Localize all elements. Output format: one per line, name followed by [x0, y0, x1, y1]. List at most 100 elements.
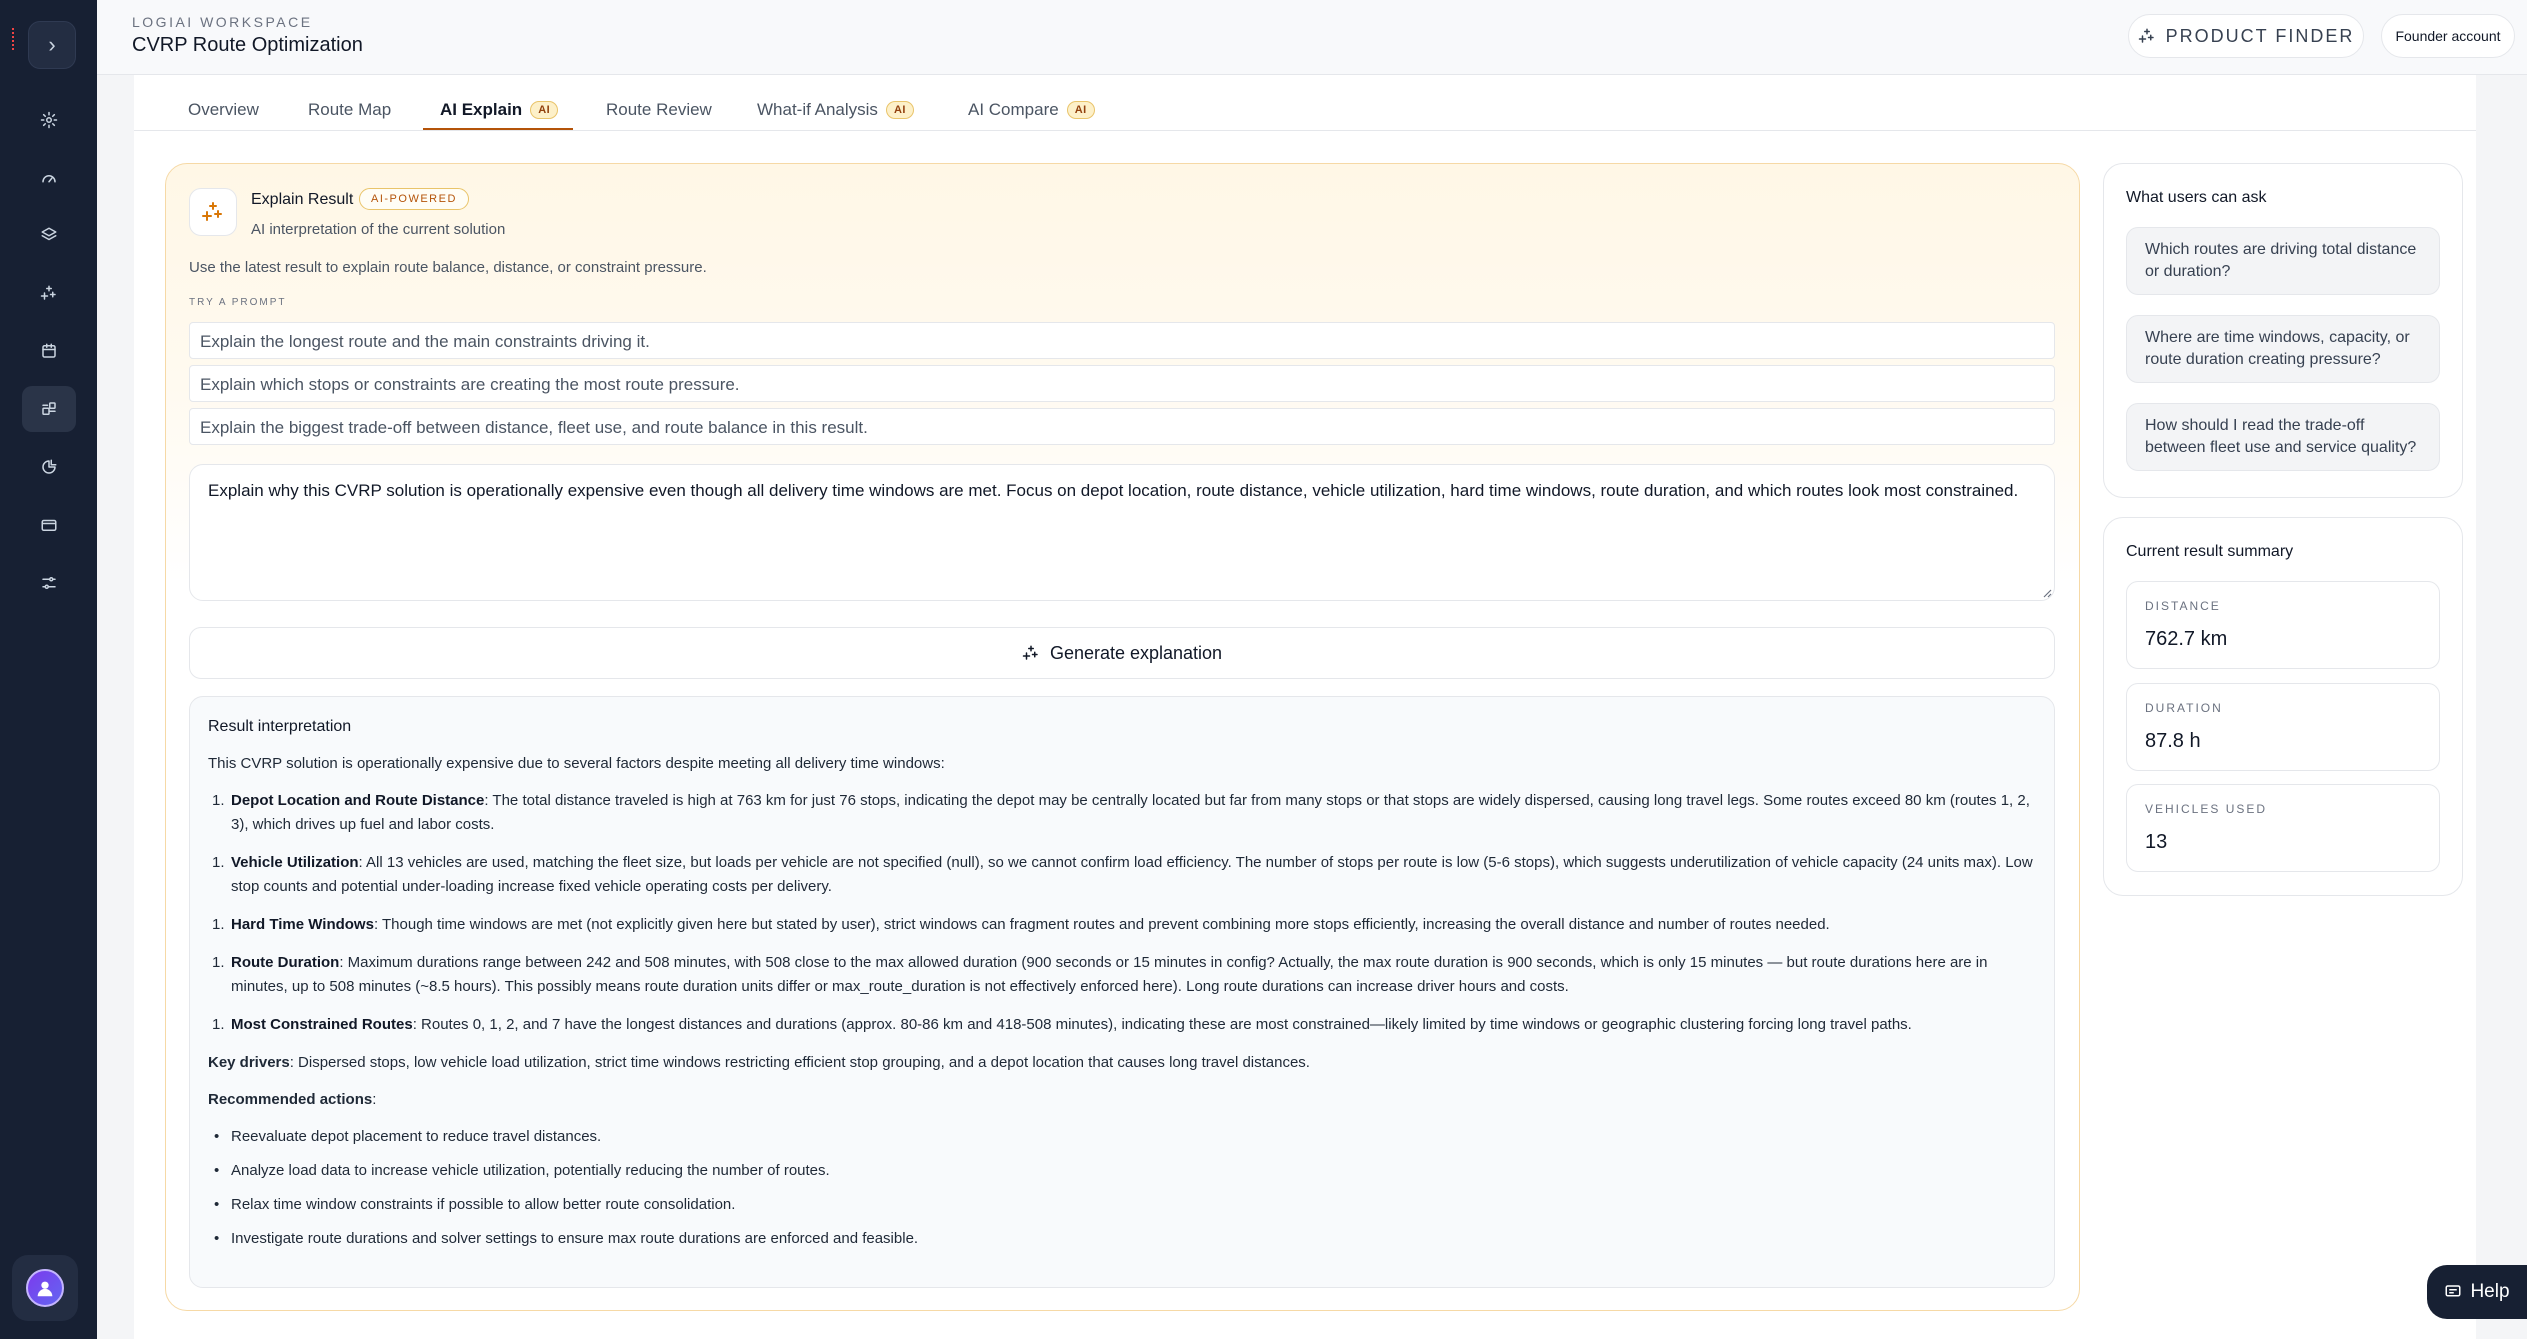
ask-suggestion[interactable]: Where are time windows, capacity, or rou… — [2126, 315, 2440, 383]
product-finder-button[interactable]: PRODUCT FINDER — [2128, 14, 2364, 58]
product-finder-label: PRODUCT FINDER — [2165, 25, 2355, 46]
sparkles-icon — [40, 285, 56, 300]
sidebar-item-layers[interactable] — [22, 212, 76, 258]
tab-label: Route Map — [308, 100, 392, 119]
settings-icon — [40, 111, 58, 129]
key-drivers-heading: Key drivers — [208, 1054, 290, 1071]
tab-ai-explain[interactable]: AI Explain AI — [440, 95, 559, 125]
metric-value: 87.8 h — [2145, 730, 2201, 752]
tab-what-if-analysis[interactable]: What-if Analysis AI — [757, 95, 914, 125]
sparkles-icon — [2138, 28, 2154, 43]
ask-suggestion[interactable]: Which routes are driving total distance … — [2126, 227, 2440, 295]
tab-label: Overview — [188, 100, 259, 119]
card-icon — [41, 519, 57, 531]
sidebar-toggle-button[interactable]: › — [28, 21, 76, 69]
recommended-actions-heading: Recommended actions: — [208, 1088, 2036, 1112]
prompt-suggestion[interactable]: Explain the longest route and the main c… — [189, 322, 2055, 359]
sidebar-item-apps[interactable] — [22, 386, 76, 432]
sidebar: › — [0, 0, 97, 1339]
explain-subtitle: AI interpretation of the current solutio… — [251, 221, 506, 238]
account-button[interactable]: Founder account — [2381, 14, 2515, 58]
sidebar-edge-marker — [12, 28, 15, 50]
metric-value: 762.7 km — [2145, 628, 2228, 650]
list-number: 1. — [212, 916, 225, 933]
key-drivers: Key drivers: Dispersed stops, low vehicl… — [208, 1051, 2036, 1075]
actions-heading: Recommended actions — [208, 1091, 373, 1108]
prompt-suggestion[interactable]: Explain which stops or constraints are c… — [189, 365, 2055, 402]
result-intro: This CVRP solution is operationally expe… — [208, 755, 945, 772]
sidebar-item-ai[interactable] — [22, 270, 76, 316]
bullet-dot: • — [214, 1196, 220, 1213]
tab-overview[interactable]: Overview — [188, 95, 259, 125]
chart-icon — [42, 459, 57, 474]
action-item: • Investigate route durations and solver… — [208, 1227, 2036, 1251]
item-heading: Route Duration — [231, 954, 340, 971]
help-button[interactable]: Help — [2427, 1265, 2527, 1319]
generate-explanation-button[interactable]: Generate explanation — [189, 627, 2055, 679]
sidebar-item-controls[interactable] — [22, 560, 76, 606]
calendar-icon — [42, 343, 56, 358]
sidebar-item-calendar[interactable] — [22, 328, 76, 374]
bullet-dot: • — [214, 1162, 220, 1179]
tab-route-review[interactable]: Route Review — [606, 95, 712, 125]
tab-route-map[interactable]: Route Map — [308, 95, 391, 125]
list-number: 1. — [212, 792, 225, 809]
metric-label: DISTANCE — [2145, 599, 2221, 613]
action-text: Reevaluate depot placement to reduce tra… — [231, 1128, 602, 1145]
metric-label: VEHICLES USED — [2145, 802, 2268, 816]
page-title: CVRP Route Optimization — [132, 34, 363, 56]
chat-icon — [2445, 1285, 2461, 1297]
result-interpretation: Result interpretation This CVRP solution… — [189, 696, 2055, 1288]
user-avatar-icon — [26, 1269, 64, 1307]
resize-handle-icon[interactable] — [2040, 586, 2052, 598]
sliders-icon — [42, 577, 56, 589]
explain-panel: Explain Result AI-POWERED AI interpretat… — [165, 163, 2080, 1311]
sidebar-item-settings[interactable] — [22, 97, 76, 143]
sidebar-item-billing[interactable] — [22, 502, 76, 548]
action-item: • Reevaluate depot placement to reduce t… — [208, 1125, 2036, 1149]
tab-label: AI Compare — [968, 100, 1059, 119]
explain-icon-box — [189, 188, 237, 236]
bullet-dot: • — [214, 1230, 220, 1247]
item-text: : Maximum durations range between 242 an… — [231, 954, 1988, 995]
workspace-label: LOGIAI WORKSPACE — [132, 14, 313, 30]
main-content: Overview Route Map AI Explain AI Route R… — [134, 75, 2476, 1339]
ai-badge: AI — [885, 101, 914, 119]
gauge-icon — [42, 175, 56, 183]
item-heading: Depot Location and Route Distance — [231, 792, 485, 809]
actions-colon: : — [372, 1091, 377, 1108]
chevron-right-icon: › — [48, 32, 56, 57]
tab-ai-compare[interactable]: AI Compare AI — [968, 95, 1095, 125]
bullet-dot: • — [214, 1128, 220, 1145]
metric-label: DURATION — [2145, 701, 2223, 715]
action-item: • Relax time window constraints if possi… — [208, 1193, 2036, 1217]
list-number: 1. — [212, 1016, 225, 1033]
metric-vehicles-used: VEHICLES USED 13 — [2126, 784, 2440, 872]
ask-suggestion[interactable]: How should I read the trade-off between … — [2126, 403, 2440, 471]
active-tab-indicator — [423, 128, 573, 130]
action-text: Analyze load data to increase vehicle ut… — [231, 1162, 830, 1179]
item-text: : Routes 0, 1, 2, and 7 have the longest… — [412, 1016, 1912, 1033]
ai-badge: AI — [530, 101, 559, 119]
prompt-suggestion[interactable]: Explain the biggest trade-off between di… — [189, 408, 2055, 445]
explain-hint: Use the latest result to explain route b… — [189, 259, 707, 276]
result-list-item: 1. Hard Time Windows: Though time window… — [208, 913, 2036, 937]
explain-title: Explain Result — [251, 191, 354, 208]
metric-value: 13 — [2145, 831, 2168, 853]
action-text: Relax time window constraints if possibl… — [231, 1196, 736, 1213]
what-users-can-ask-card: What users can ask Which routes are driv… — [2103, 163, 2463, 498]
sidebar-item-dashboard[interactable] — [22, 155, 76, 201]
sidebar-item-analytics[interactable] — [22, 444, 76, 490]
summary-card-title: Current result summary — [2126, 543, 2294, 560]
key-drivers-text: : Dispersed stops, low vehicle load util… — [289, 1054, 1310, 1071]
result-list-item: 1. Route Duration: Maximum durations ran… — [208, 951, 2036, 999]
ask-card-title: What users can ask — [2126, 189, 2267, 206]
item-text: : Though time windows are met (not expli… — [373, 916, 1830, 933]
user-menu-button[interactable] — [12, 1255, 78, 1321]
sparkles-icon — [202, 202, 222, 221]
result-summary-card: Current result summary DISTANCE 762.7 km… — [2103, 517, 2463, 896]
tab-bar: Overview Route Map AI Explain AI Route R… — [134, 75, 2476, 131]
question-textarea[interactable]: Explain why this CVRP solution is operat… — [189, 464, 2055, 601]
item-heading: Hard Time Windows — [231, 916, 374, 933]
top-header: LOGIAI WORKSPACE CVRP Route Optimization… — [97, 0, 2527, 75]
